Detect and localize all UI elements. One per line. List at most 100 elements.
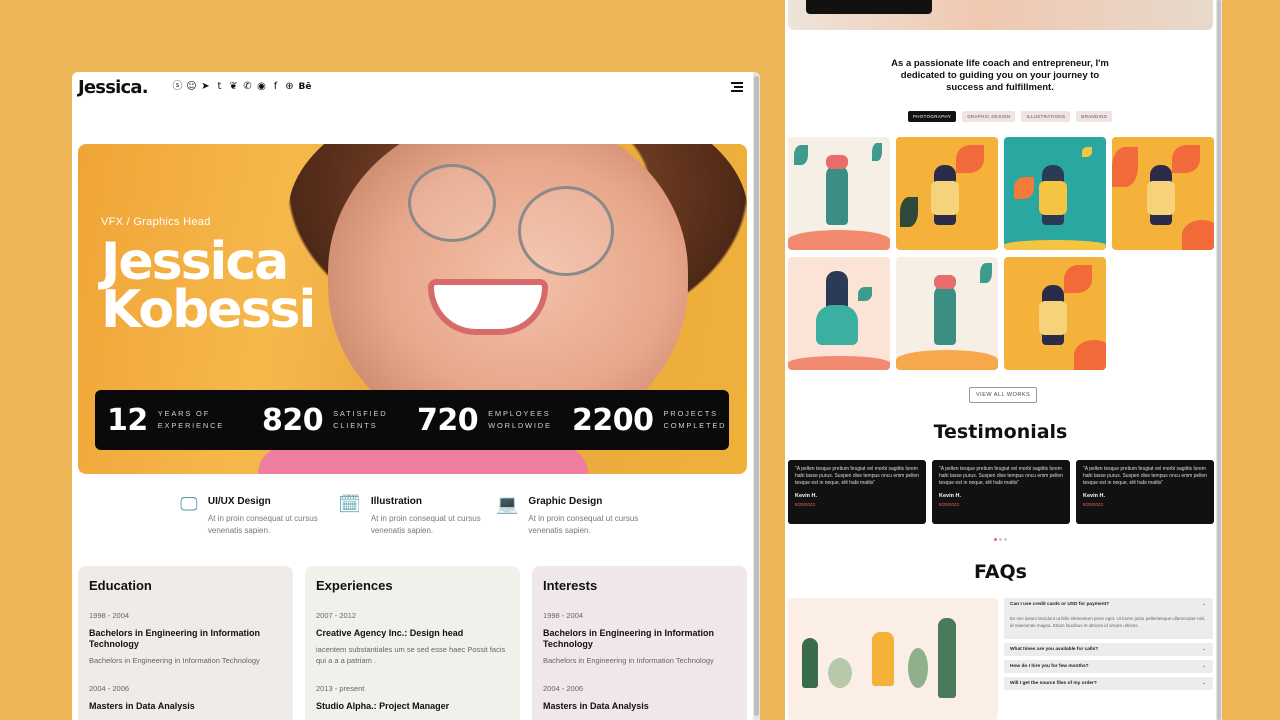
left-scrollbar-thumb[interactable] xyxy=(754,76,759,716)
stat-label-line: EMPLOYEES xyxy=(488,409,551,418)
entry-title: Masters in Data Analysis xyxy=(543,701,649,711)
filter-branding[interactable]: BRANDING xyxy=(1076,111,1113,122)
portfolio-item[interactable] xyxy=(896,137,998,250)
entry-title: Studio Alpha.: Project Manager xyxy=(316,701,450,711)
card-education: Education 1998 - 2004 Bachelors in Enginee… xyxy=(78,566,293,720)
hero-photo-glasses-right xyxy=(518,186,614,276)
intro-text: As a passionate life coach and entrepren… xyxy=(891,58,1109,93)
telegram-icon[interactable]: ➤ xyxy=(200,81,211,93)
messenger-icon[interactable]: ⊕ xyxy=(284,81,295,93)
entry-date: 1998 - 2004 xyxy=(89,611,130,620)
faq-item[interactable]: How do I hire you for few months? ⌄ xyxy=(1004,660,1213,673)
social-links: ⓢ ☺ ➤ t ❦ ✆ ◉ f ⊕ Bē xyxy=(172,81,312,93)
monitor-icon: 🖵 xyxy=(180,494,198,515)
testimonial-card: "A pellen tesque pretium feugiat vel mor… xyxy=(1076,460,1214,524)
stat-label: EMPLOYEES WORLDWIDE xyxy=(488,408,552,432)
twitter-icon[interactable]: ❦ xyxy=(228,81,239,93)
entry-title: Creative Agency Inc.: Design head xyxy=(316,628,464,638)
right-scrollbar-thumb[interactable] xyxy=(1217,0,1221,720)
chevron-down-icon[interactable]: ⌄ xyxy=(1202,663,1206,669)
portfolio-item[interactable] xyxy=(1112,137,1214,250)
stats-bar: 12 YEARS OF EXPERIENCE 820 SATISFIED CLIENTS 7… xyxy=(95,390,729,450)
service-item: 🗓 Illustration At in proin consequat ut cu… xyxy=(338,494,496,537)
hero-photo-shirt xyxy=(258,446,588,474)
testimonials-title: Testimonials xyxy=(933,421,1068,443)
github-icon[interactable]: ◉ xyxy=(256,81,267,93)
hero-role: VFX / Graphics Head xyxy=(101,216,211,228)
card-title: Interests xyxy=(543,578,598,593)
service-title: Illustration xyxy=(370,496,422,507)
portfolio-item[interactable] xyxy=(788,257,890,370)
portfolio-item[interactable] xyxy=(896,257,998,370)
service-title: Graphic Design xyxy=(528,496,603,507)
filter-photography[interactable]: PHOTOGRAPHY xyxy=(908,111,957,122)
services-row: 🖵 UI/UX Design At in proin consequat ut cu… xyxy=(180,494,654,537)
chevron-down-icon[interactable]: ⌄ xyxy=(1202,680,1206,686)
snapchat-icon[interactable]: ☺ xyxy=(186,81,197,93)
stat-label-line: PROJECTS xyxy=(663,409,718,418)
faq-item[interactable]: What times are you available for calls? ⌄ xyxy=(1004,643,1213,656)
stat-number: 720 xyxy=(417,402,479,438)
service-desc: At in proin consequat ut cursus venenati… xyxy=(207,514,318,535)
service-desc: At in proin consequat ut cursus venenati… xyxy=(528,514,639,535)
tumblr-icon[interactable]: t xyxy=(214,81,225,93)
testimonials-row: "A pellen tesque pretium feugiat vel mor… xyxy=(788,460,1214,524)
portfolio-filters: PHOTOGRAPHY GRAPHIC DESIGN ILLUSTRATIONS BR… xyxy=(908,111,1113,122)
stat-item: 12 YEARS OF EXPERIENCE xyxy=(107,403,262,438)
faq-question: Will I get the source files of my order? xyxy=(1010,681,1097,686)
card-title: Education xyxy=(89,578,152,593)
hero-banner: VFX / Graphics Head Jessica Kobessi 12 YE… xyxy=(78,144,747,474)
stat-label-line: COMPLETED xyxy=(663,421,727,430)
faq-item[interactable]: Will I get the source files of my order?… xyxy=(1004,677,1213,690)
entry-date: 2013 - present xyxy=(316,684,365,693)
testimonial-author: Kevin H. xyxy=(939,493,962,499)
facebook-icon[interactable]: f xyxy=(270,81,281,93)
service-title: UI/UX Design xyxy=(207,496,271,507)
stat-label-line: YEARS OF xyxy=(157,409,211,418)
portfolio-item[interactable] xyxy=(788,137,890,250)
carousel-dot[interactable] xyxy=(999,538,1002,541)
left-scrollbar[interactable] xyxy=(753,72,760,720)
entry-desc: iacentem substantiales um se sed esse ha… xyxy=(316,645,506,665)
info-cards: Education 1998 - 2004 Bachelors in Enginee… xyxy=(78,566,747,720)
stat-label-line: EXPERIENCE xyxy=(157,421,225,430)
service-desc: At in proin consequat ut cursus venenati… xyxy=(370,514,481,535)
faq-question: What times are you available for calls? xyxy=(1010,647,1099,652)
testimonial-card: "A pellen tesque pretium feugiat vel mor… xyxy=(788,460,926,524)
faq-answer: Ex nec ipsum tincidunt ut felis elementu… xyxy=(1010,616,1206,628)
testimonial-card: "A pellen tesque pretium feugiat vel mor… xyxy=(932,460,1070,524)
stat-number: 820 xyxy=(262,402,324,438)
entry-desc: Bachelors in Engineering in Information … xyxy=(543,656,714,665)
right-scrollbar[interactable] xyxy=(1216,0,1222,720)
resume-page-right: As a passionate life coach and entrepren… xyxy=(785,0,1222,720)
service-item: 🖵 UI/UX Design At in proin consequat ut cu… xyxy=(180,494,338,537)
hero-photo-glasses-left xyxy=(408,164,496,242)
filter-graphic-design[interactable]: GRAPHIC DESIGN xyxy=(962,111,1016,122)
filter-illustrations[interactable]: ILLUSTRATIONS xyxy=(1021,111,1071,122)
stat-number: 2200 xyxy=(572,402,654,438)
faq-item[interactable]: Can I use credit cards or USD for paymen… xyxy=(1004,598,1213,639)
portfolio-item[interactable] xyxy=(1004,257,1106,370)
chevron-down-icon[interactable]: ⌄ xyxy=(1202,646,1206,652)
stat-number: 12 xyxy=(107,402,148,438)
carousel-dots xyxy=(994,538,1007,541)
carousel-dot[interactable] xyxy=(1004,538,1007,541)
portfolio-item[interactable] xyxy=(1004,137,1106,250)
stat-label-line: WORLDWIDE xyxy=(488,421,552,430)
hamburger-menu-icon[interactable] xyxy=(731,82,743,92)
whatsapp-icon[interactable]: ✆ xyxy=(242,81,253,93)
behance-icon[interactable]: Bē xyxy=(298,81,312,93)
entry-title: Masters in Data Analysis xyxy=(89,701,195,711)
entry-title: Bachelors in Engineering in Information … xyxy=(543,628,715,649)
top-navbar: Jessica. ⓢ ☺ ➤ t ❦ ✆ ◉ f ⊕ Bē xyxy=(78,76,743,98)
entry-title: Bachelors in Engineering in Information … xyxy=(89,628,261,649)
carousel-dot[interactable] xyxy=(994,538,997,541)
resume-page-left: Jessica. ⓢ ☺ ➤ t ❦ ✆ ◉ f ⊕ Bē VFX / Graphics Head… xyxy=(72,72,760,720)
chevron-down-icon[interactable]: ⌄ xyxy=(1202,601,1206,607)
view-all-works-button[interactable]: VIEW ALL WORKS xyxy=(969,387,1038,403)
stat-label: SATISFIED CLIENTS xyxy=(333,408,387,432)
faq-question: Can I use credit cards or USD for paymen… xyxy=(1010,602,1110,607)
entry-date: 2004 - 2006 xyxy=(89,684,130,693)
skype-icon[interactable]: ⓢ xyxy=(172,81,183,93)
site-logo[interactable]: Jessica. xyxy=(78,77,172,98)
